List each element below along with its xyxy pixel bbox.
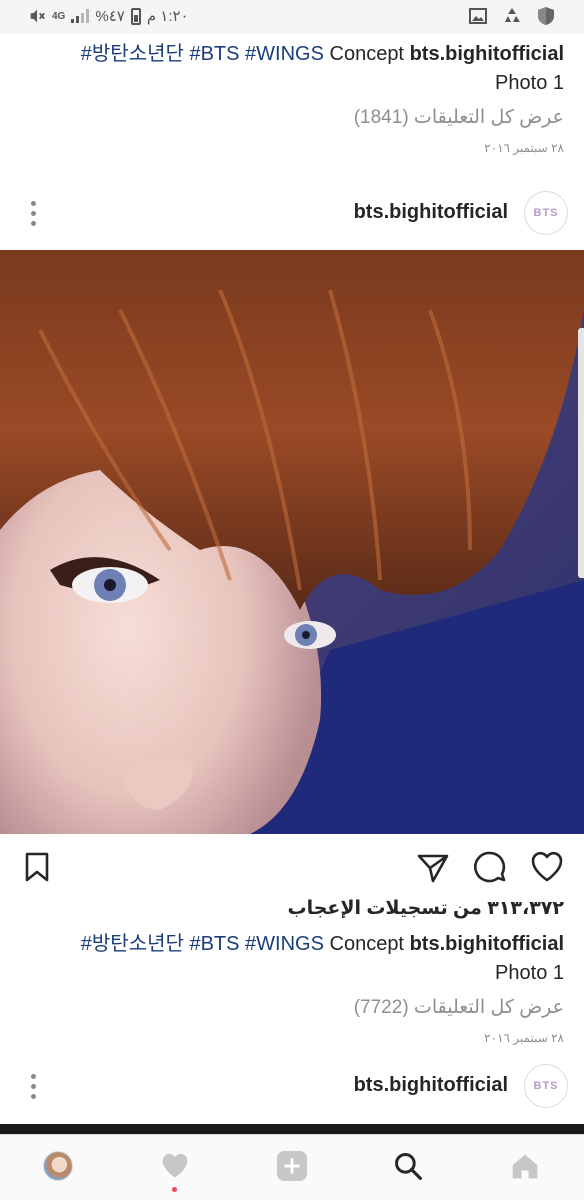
nav-search[interactable] — [391, 1149, 425, 1183]
avatar-text: BTS — [533, 1080, 559, 1092]
post-caption: #방탄소년단 #BTS #WINGS Concept bts.bighitoff… — [24, 930, 564, 988]
caption-username[interactable]: bts.bighitofficial — [410, 933, 564, 955]
caption-hashtags[interactable]: #방탄소년단 #BTS #WINGS — [81, 933, 324, 955]
battery-percent: %٤٧ — [95, 8, 125, 25]
heart-icon[interactable] — [530, 850, 564, 884]
post-photo[interactable] — [0, 250, 584, 834]
heart-icon — [162, 1153, 188, 1178]
avatar[interactable]: BTS — [524, 1064, 568, 1108]
bookmark-icon[interactable] — [20, 850, 54, 884]
status-time: ١:٢٠ م — [146, 8, 189, 25]
notification-dot — [172, 1187, 177, 1192]
view-comments-link[interactable]: عرض كل التعليقات (7722) — [354, 996, 564, 1019]
nav-home[interactable] — [508, 1149, 542, 1183]
comment-icon[interactable] — [473, 850, 507, 884]
caption-line2: Photo 1 — [495, 72, 564, 94]
nav-profile[interactable] — [41, 1149, 75, 1183]
caption-hashtags[interactable]: #방탄소년단 #BTS #WINGS — [81, 43, 324, 65]
signal-icon — [71, 9, 90, 23]
caption-text: Concept — [329, 43, 405, 65]
post-date: ٢٨ سبتمبر ٢٠١٦ — [484, 1031, 564, 1045]
like-count[interactable]: ٣١٣،٣٧٢ من تسجيلات الإعجاب — [287, 897, 564, 920]
post-date: ٢٨ سبتمبر ٢٠١٦ — [484, 141, 564, 155]
scroll-handle[interactable] — [578, 328, 584, 578]
caption-line2: Photo 1 — [495, 962, 564, 984]
more-options-icon[interactable] — [26, 198, 40, 228]
nav-activity[interactable] — [158, 1149, 192, 1183]
battery-icon — [130, 7, 141, 25]
avatar[interactable]: BTS — [524, 191, 568, 235]
avatar-text: BTS — [533, 207, 559, 219]
search-icon — [395, 1153, 422, 1180]
more-options-icon[interactable] — [26, 1071, 40, 1101]
post-username[interactable]: bts.bighitofficial — [354, 1074, 508, 1097]
post-username[interactable]: bts.bighitofficial — [354, 201, 508, 224]
post-caption: #방탄소년단 #BTS #WINGS Concept bts.bighitoff… — [24, 40, 564, 98]
nav-add[interactable] — [275, 1149, 309, 1183]
portrait-illustration — [0, 250, 584, 834]
bottom-nav — [0, 1134, 584, 1200]
status-left: ١:٢٠ م %٤٧ 4G — [28, 7, 189, 25]
view-comments-link[interactable]: عرض كل التعليقات (1841) — [354, 106, 564, 129]
status-right — [468, 6, 556, 26]
post-header: bts.bighitofficial BTS — [0, 1057, 584, 1117]
share-icon[interactable] — [416, 850, 450, 884]
post-header: bts.bighitofficial BTS — [0, 184, 584, 244]
caption-text: Concept — [329, 933, 405, 955]
recycle-icon — [505, 8, 520, 22]
mute-icon — [30, 9, 45, 23]
home-icon — [512, 1154, 538, 1179]
status-bar: ١:٢٠ م %٤٧ 4G — [0, 0, 584, 34]
add-icon — [276, 1150, 308, 1182]
profile-avatar — [43, 1151, 73, 1181]
network-type: 4G — [52, 10, 66, 22]
post-actions — [0, 842, 584, 892]
caption-username[interactable]: bts.bighitofficial — [410, 43, 564, 65]
image-icon — [469, 8, 487, 24]
shield-icon — [538, 7, 554, 25]
